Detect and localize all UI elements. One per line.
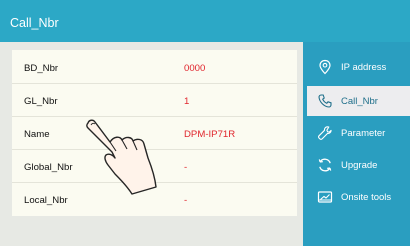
sidebar-item-label: Onsite tools	[341, 192, 392, 203]
local-nbr-value[interactable]: -	[184, 195, 187, 206]
sidebar-item-ip-address[interactable]: IP address	[307, 52, 410, 82]
sidebar-item-label: Upgrade	[341, 160, 378, 171]
bd-nbr-label: BD_Nbr	[24, 63, 59, 74]
settings-sidebar: IP address Call_Nbr Parameter Upgrade On…	[303, 42, 410, 246]
global-nbr-value[interactable]: -	[184, 162, 187, 173]
sidebar-item-call-nbr[interactable]: Call_Nbr	[307, 86, 410, 116]
location-pin-icon	[319, 59, 331, 75]
page-title: Call_Nbr	[10, 16, 59, 30]
sidebar-item-onsite-tools[interactable]: Onsite tools	[307, 182, 410, 212]
name-value[interactable]: DPM-IP71R	[184, 129, 235, 140]
bd-nbr-value[interactable]: 0000	[184, 63, 205, 74]
gl-nbr-label: GL_Nbr	[24, 96, 58, 107]
gl-nbr-value[interactable]: 1	[184, 96, 189, 107]
sidebar-item-label: IP address	[341, 62, 387, 73]
sidebar-item-upgrade[interactable]: Upgrade	[307, 150, 410, 180]
sidebar-item-parameter[interactable]: Parameter	[307, 118, 410, 148]
wrench-icon	[318, 126, 332, 140]
call-nbr-screen: Call_Nbr BD_Nbr 0000 GL_Nbr 1 Name DPM-I…	[0, 0, 410, 246]
name-label: Name	[24, 129, 50, 140]
toolbox-icon	[317, 191, 333, 203]
main-area: BD_Nbr 0000 GL_Nbr 1 Name DPM-IP71R Glob…	[0, 42, 303, 246]
refresh-icon	[318, 158, 332, 172]
pointing-hand-icon	[86, 119, 157, 195]
row-bd-nbr[interactable]: BD_Nbr 0000	[12, 50, 297, 83]
title-bar: Call_Nbr	[0, 0, 410, 42]
sidebar-item-label: Parameter	[341, 128, 386, 139]
phone-icon	[318, 94, 332, 108]
sidebar-item-label: Call_Nbr	[341, 96, 378, 107]
